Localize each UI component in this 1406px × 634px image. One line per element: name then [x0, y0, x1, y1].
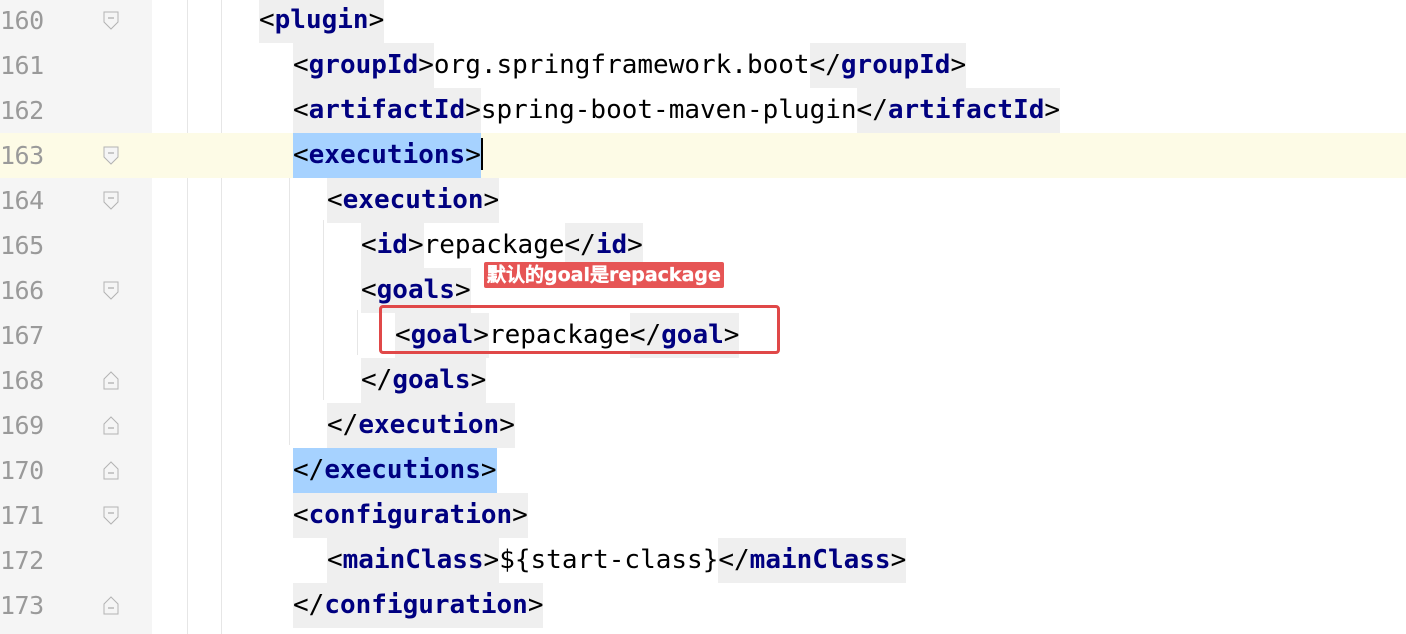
xml-tag: <plugin>: [259, 0, 385, 43]
fold-end-icon[interactable]: [103, 596, 119, 615]
code-text: <executions>: [293, 133, 483, 178]
code-line[interactable]: 169 </execution>: [0, 403, 1406, 448]
xml-text: ${start-class}: [499, 545, 719, 575]
code-text: <groupId>org.springframework.boot</group…: [293, 43, 967, 88]
annotation-label: 默认的goal是repackage: [484, 262, 724, 288]
line-number: 172: [0, 546, 44, 575]
xml-tag: <id>: [361, 223, 424, 268]
line-number: 160: [0, 6, 44, 35]
xml-tag: </artifactId>: [856, 88, 1061, 133]
code-text: <artifactId>spring-boot-maven-plugin</ar…: [293, 88, 1061, 133]
fold-collapse-icon[interactable]: [103, 506, 119, 525]
text-caret: [480, 137, 483, 170]
code-text: </execution>: [327, 403, 515, 448]
code-line[interactable]: 171 <configuration>: [0, 493, 1406, 538]
xml-tag: </goals>: [361, 358, 487, 403]
code-text: </configuration>: [293, 583, 544, 628]
code-line[interactable]: 173 </configuration>: [0, 583, 1406, 628]
xml-tag: </mainClass>: [718, 538, 907, 583]
xml-text: spring-boot-maven-plugin: [480, 95, 857, 125]
code-line[interactable]: 160 <plugin>: [0, 0, 1406, 43]
xml-tag: <configuration>: [293, 493, 528, 538]
fold-collapse-icon[interactable]: [103, 146, 119, 165]
line-number: 171: [0, 501, 44, 530]
line-number: 167: [0, 321, 44, 350]
xml-tag: </groupId>: [809, 43, 967, 88]
code-line[interactable]: 164 <execution>: [0, 178, 1406, 223]
line-number: 169: [0, 411, 44, 440]
xml-tag: <artifactId>: [293, 88, 481, 133]
fold-collapse-icon[interactable]: [103, 11, 119, 30]
fold-end-icon[interactable]: [103, 416, 119, 435]
code-text: <configuration>: [293, 493, 528, 538]
xml-text: org.springframework.boot: [433, 50, 810, 80]
code-text: <plugin>: [259, 0, 385, 43]
code-line[interactable]: 172 <mainClass>${start-class}</mainClass>: [0, 538, 1406, 583]
line-number: 170: [0, 456, 44, 485]
code-line[interactable]: 168 </goals>: [0, 358, 1406, 403]
xml-tag: <mainClass>: [327, 538, 500, 583]
line-number: 163: [0, 141, 44, 170]
code-line[interactable]: 161 <groupId>org.springframework.boot</gr…: [0, 43, 1406, 88]
xml-tag: </executions>: [293, 448, 497, 493]
fold-collapse-icon[interactable]: [103, 191, 119, 210]
xml-tag: </execution>: [327, 403, 515, 448]
line-number: 165: [0, 231, 44, 260]
code-line[interactable]: 170 </executions>: [0, 448, 1406, 493]
line-number: 168: [0, 366, 44, 395]
code-line[interactable]: 163 <executions>: [0, 133, 1406, 178]
code-text: <execution>: [327, 178, 500, 223]
code-text: </executions>: [293, 448, 497, 493]
xml-tag: <groupId>: [293, 43, 434, 88]
code-text: </goals>: [361, 358, 487, 403]
line-number: 164: [0, 186, 44, 215]
xml-tag: <executions>: [293, 133, 481, 178]
xml-tag: <execution>: [327, 178, 500, 223]
line-number: 166: [0, 276, 44, 305]
fold-end-icon[interactable]: [103, 461, 119, 480]
code-text: <mainClass>${start-class}</mainClass>: [327, 538, 907, 583]
fold-collapse-icon[interactable]: [103, 281, 119, 300]
line-number: 173: [0, 591, 44, 620]
line-number: 162: [0, 96, 44, 125]
fold-end-icon[interactable]: [103, 371, 119, 390]
xml-tag: </configuration>: [293, 583, 544, 628]
code-line[interactable]: 162 <artifactId>spring-boot-maven-plugin<…: [0, 88, 1406, 133]
annotation-highlight-box: [379, 305, 780, 354]
line-number: 161: [0, 51, 44, 80]
